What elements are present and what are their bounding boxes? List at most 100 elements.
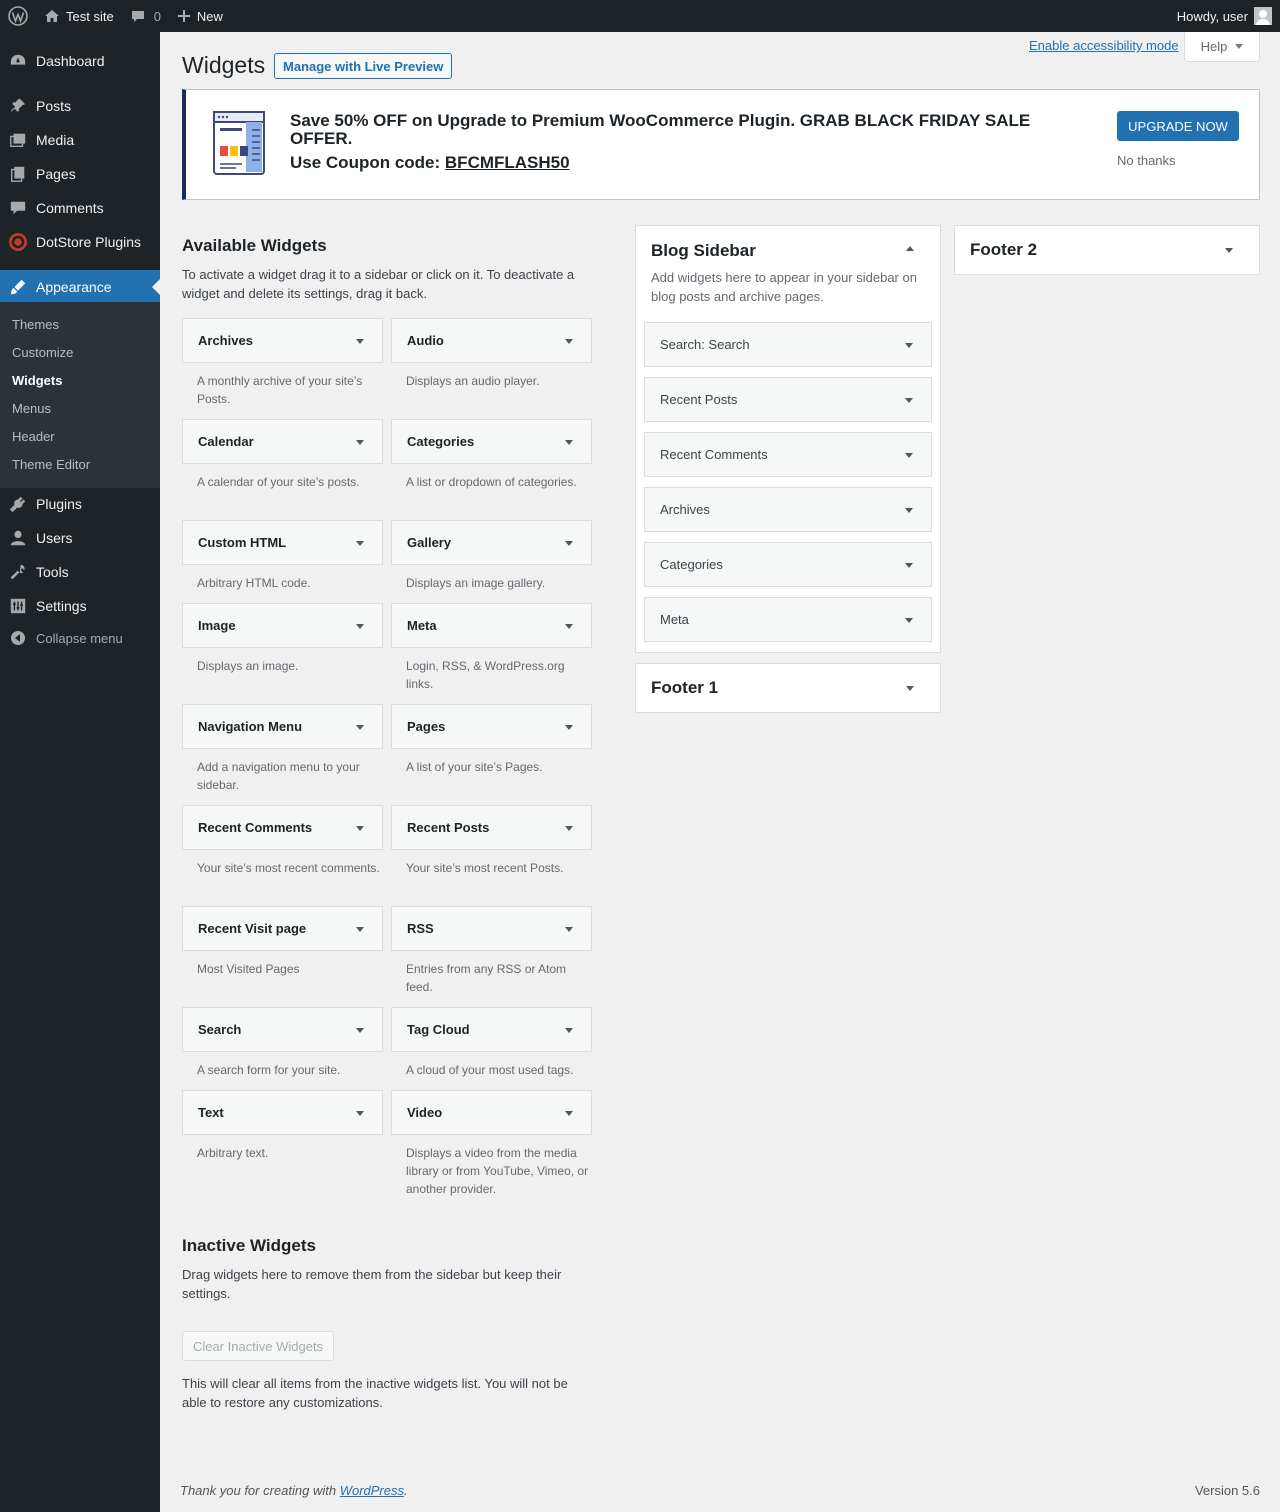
widget-title: Search [660, 337, 702, 352]
chevron-down-icon[interactable] [905, 617, 913, 623]
widget-rss[interactable]: RSS [391, 906, 592, 951]
chevron-down-icon[interactable] [565, 1110, 573, 1116]
footer-2-title: Footer 2 [970, 240, 1038, 259]
new-content-link[interactable]: New [169, 0, 231, 32]
submenu-item-widgets[interactable]: Widgets [12, 373, 62, 388]
widget-video[interactable]: Video [391, 1090, 592, 1135]
widget-meta[interactable]: Meta [391, 603, 592, 648]
pin-icon [0, 97, 36, 115]
chevron-down-icon[interactable] [1225, 248, 1233, 253]
widget-recent-posts[interactable]: Recent Posts [391, 805, 592, 850]
collapse-menu-label: Collapse menu [36, 630, 123, 646]
wordpress-link[interactable]: WordPress [340, 1483, 404, 1498]
menu-item-dashboard[interactable]: Dashboard [0, 44, 160, 78]
menu-item-plugins[interactable]: Plugins [0, 487, 160, 521]
widget-tag-cloud[interactable]: Tag Cloud [391, 1007, 592, 1052]
widget-description: A list or dropdown of categories. [406, 475, 577, 489]
widget-description: Arbitrary text. [197, 1146, 269, 1160]
widget-text[interactable]: Text [182, 1090, 383, 1135]
submenu-item-header[interactable]: Header [12, 429, 55, 444]
menu-item-dotstore-plugins[interactable]: DotStore Plugins [0, 225, 160, 259]
menu-item-posts[interactable]: Posts [0, 89, 160, 123]
chevron-down-icon[interactable] [565, 1027, 573, 1033]
site-name-link[interactable]: Test site [36, 0, 122, 32]
chevron-down-icon[interactable] [565, 540, 573, 546]
chevron-down-icon[interactable] [565, 623, 573, 629]
menu-item-appearance[interactable]: Appearance [0, 270, 160, 304]
widget-description: Displays an audio player. [406, 374, 540, 388]
chevron-down-icon[interactable] [565, 439, 573, 445]
sidebar-widget-archives[interactable]: Archives [644, 487, 932, 532]
widget-gallery[interactable]: Gallery [391, 520, 592, 565]
help-tab-button[interactable]: Help [1184, 32, 1260, 62]
submenu-item-themes[interactable]: Themes [12, 317, 59, 332]
menu-item-tools[interactable]: Tools [0, 555, 160, 589]
chevron-down-icon [1235, 44, 1244, 49]
live-preview-button[interactable]: Manage with Live Preview [274, 53, 453, 79]
footer-1-area[interactable]: Footer 1 [635, 663, 941, 713]
sidebar-widget-recent-comments[interactable]: Recent Comments [644, 432, 932, 477]
menu-item-comments[interactable]: Comments [0, 191, 160, 225]
chevron-down-icon[interactable] [356, 540, 364, 546]
accessibility-mode-link[interactable]: Enable accessibility mode [1029, 38, 1179, 53]
menu-item-label: Appearance [36, 279, 112, 295]
widget-image[interactable]: Image [182, 603, 383, 648]
submenu-item-menus[interactable]: Menus [12, 401, 51, 416]
comments-link[interactable]: 0 [122, 0, 169, 32]
widget-navigation-menu[interactable]: Navigation Menu [182, 704, 383, 749]
widget-recent-visit-page[interactable]: Recent Visit page [182, 906, 383, 951]
widget-categories[interactable]: Categories [391, 419, 592, 464]
users-icon [0, 529, 36, 547]
menu-item-pages[interactable]: Pages [0, 157, 160, 191]
chevron-down-icon[interactable] [356, 1027, 364, 1033]
chevron-down-icon[interactable] [906, 686, 914, 691]
widget-pages[interactable]: Pages [391, 704, 592, 749]
widget-search[interactable]: Search [182, 1007, 383, 1052]
chevron-down-icon[interactable] [356, 926, 364, 932]
widget-custom-html[interactable]: Custom HTML [182, 520, 383, 565]
media-icon [0, 131, 36, 149]
menu-item-media[interactable]: Media [0, 123, 160, 157]
widget-audio[interactable]: Audio [391, 318, 592, 363]
chevron-down-icon[interactable] [905, 342, 913, 348]
chevron-down-icon[interactable] [905, 507, 913, 513]
chevron-up-icon[interactable] [906, 246, 914, 251]
dotstore-icon [0, 232, 36, 252]
chevron-down-icon[interactable] [356, 825, 364, 831]
no-thanks-link[interactable]: No thanks [1117, 153, 1176, 168]
chevron-down-icon[interactable] [565, 926, 573, 932]
menu-item-users[interactable]: Users [0, 521, 160, 555]
sidebar-widget-meta[interactable]: Meta [644, 597, 932, 642]
chevron-down-icon[interactable] [565, 724, 573, 730]
my-account-link[interactable]: Howdy, user [1169, 0, 1280, 32]
chevron-down-icon[interactable] [905, 397, 913, 403]
upgrade-now-button[interactable]: UPGRADE NOW [1117, 111, 1239, 141]
submenu-item-theme-editor[interactable]: Theme Editor [12, 457, 90, 472]
menu-item-settings[interactable]: Settings [0, 589, 160, 623]
widget-archives[interactable]: Archives [182, 318, 383, 363]
chevron-down-icon[interactable] [565, 338, 573, 344]
widget-title: Calendar [198, 434, 254, 449]
sidebar-widget-recent-posts[interactable]: Recent Posts [644, 377, 932, 422]
wordpress-logo-icon[interactable] [0, 0, 36, 32]
comment-bubble-icon [130, 8, 146, 24]
footer-2-area[interactable]: Footer 2 [954, 225, 1260, 275]
sidebar-widget-search[interactable]: Search: Search [644, 322, 932, 367]
chevron-down-icon[interactable] [356, 338, 364, 344]
chevron-down-icon[interactable] [565, 825, 573, 831]
blog-sidebar-area[interactable]: Blog Sidebar Add widgets here to appear … [635, 225, 941, 653]
chevron-down-icon[interactable] [356, 1110, 364, 1116]
chevron-down-icon[interactable] [905, 562, 913, 568]
site-name: Test site [66, 8, 114, 24]
menu-item-label: Media [36, 132, 75, 148]
widget-calendar[interactable]: Calendar [182, 419, 383, 464]
collapse-menu-button[interactable]: Collapse menu [0, 624, 123, 652]
chevron-down-icon[interactable] [905, 452, 913, 458]
chevron-down-icon[interactable] [356, 623, 364, 629]
clear-inactive-widgets-button[interactable]: Clear Inactive Widgets [182, 1331, 335, 1361]
widget-recent-comments[interactable]: Recent Comments [182, 805, 383, 850]
submenu-item-customize[interactable]: Customize [12, 345, 73, 360]
chevron-down-icon[interactable] [356, 439, 364, 445]
sidebar-widget-categories[interactable]: Categories [644, 542, 932, 587]
chevron-down-icon[interactable] [356, 724, 364, 730]
